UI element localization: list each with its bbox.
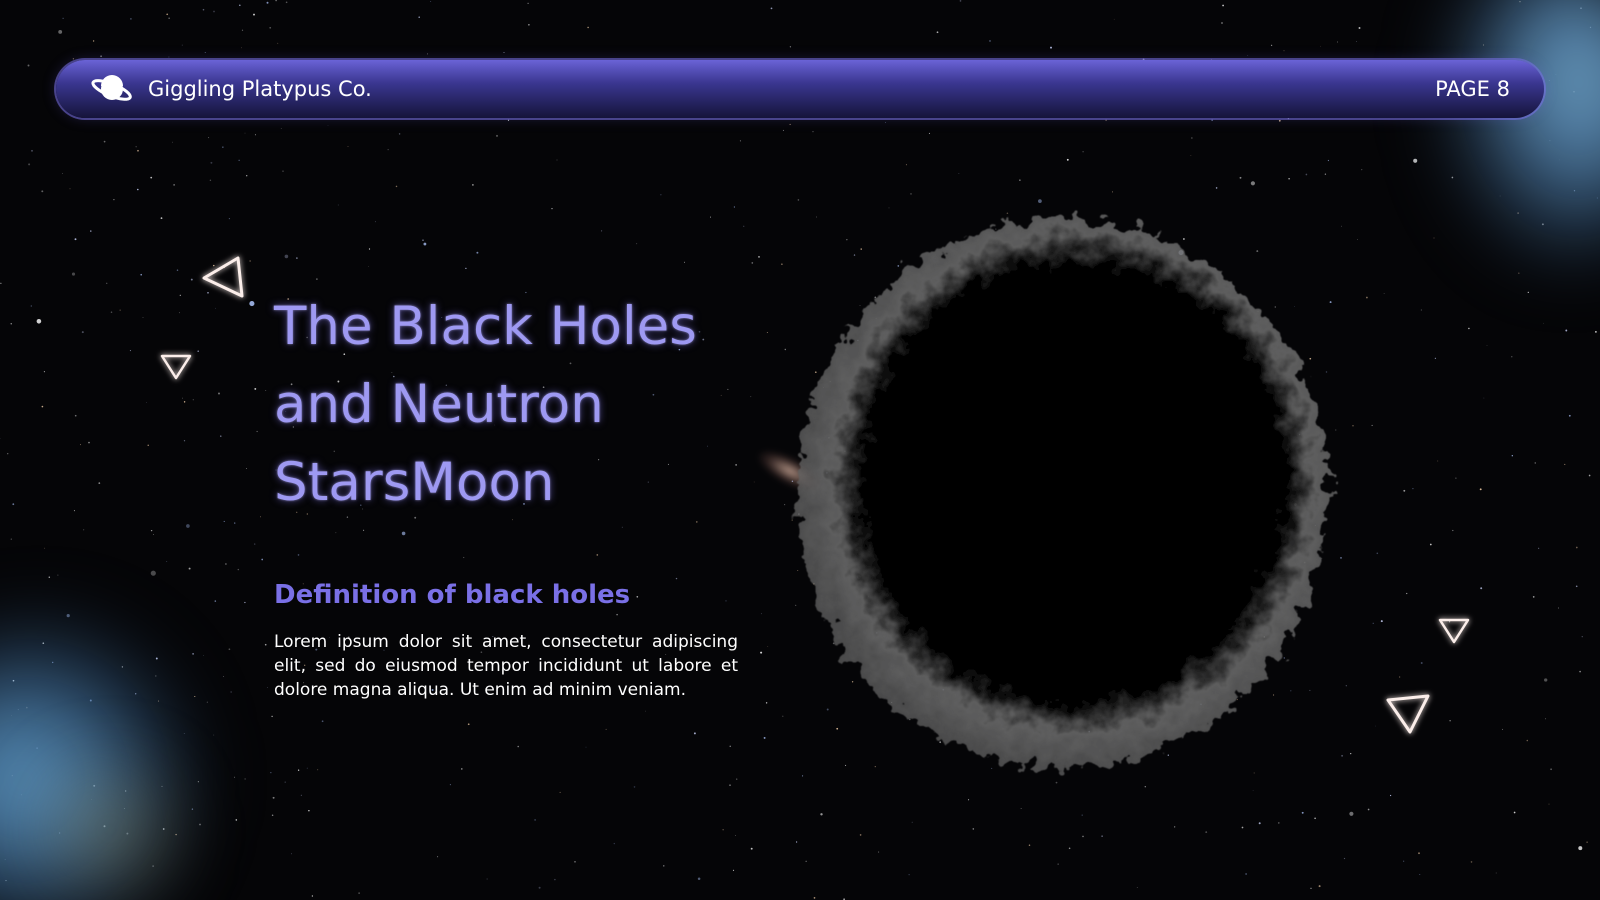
section-heading: Definition of black holes	[274, 580, 631, 610]
starfield-background	[0, 0, 1598, 900]
header-bar: Giggling Platypus Co. PAGE 8	[56, 60, 1544, 118]
triangle-outline-icon	[1386, 694, 1430, 734]
page-number: PAGE 8	[1435, 77, 1510, 101]
company-name: Giggling Platypus Co.	[148, 77, 372, 101]
triangle-outline-icon	[202, 256, 244, 298]
nebula-glow-bottom-left-warm	[40, 760, 180, 900]
triangle-outline-icon	[160, 354, 192, 380]
body-paragraph: Lorem ipsum dolor sit amet, consectetur …	[274, 632, 738, 700]
triangle-outline-icon	[1438, 618, 1470, 644]
black-hole-center	[895, 320, 1240, 675]
planet-icon	[91, 75, 132, 101]
slide-title: The Black Holes and Neutron StarsMoon	[274, 296, 697, 513]
slide: Giggling Platypus Co. PAGE 8 The Black H…	[0, 0, 1600, 900]
